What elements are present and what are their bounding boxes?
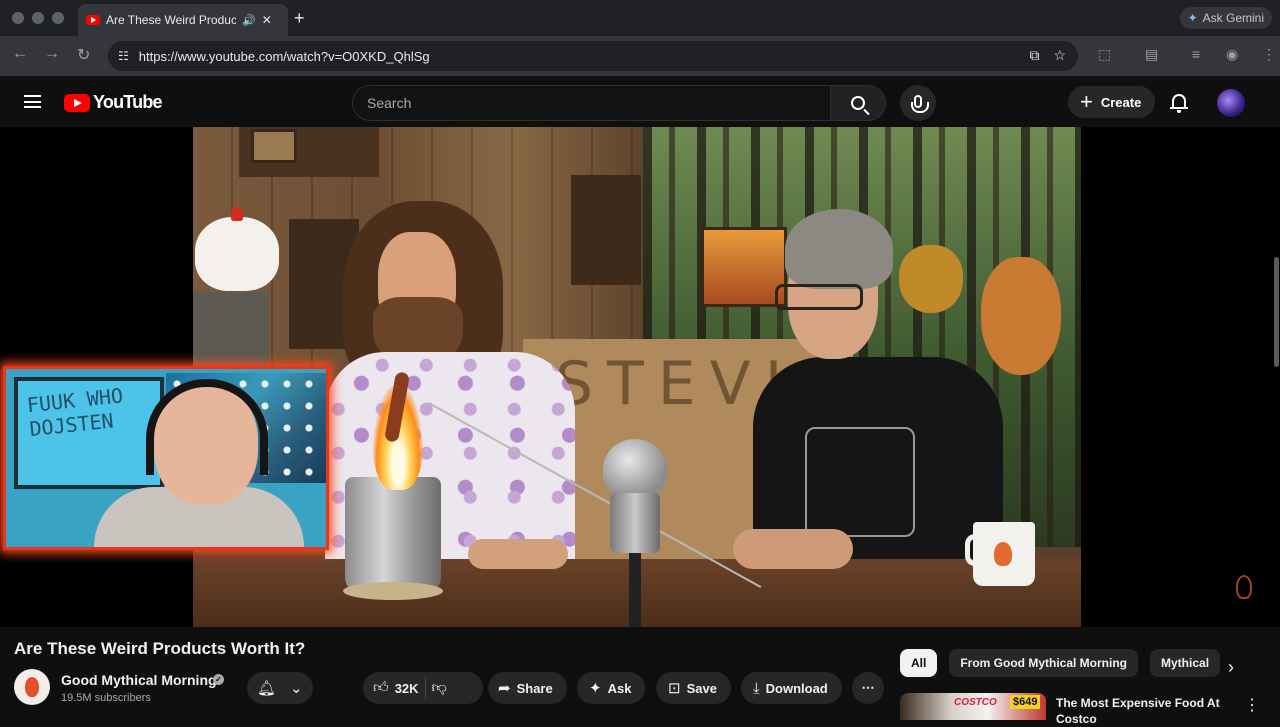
more-actions-button[interactable]: ⋯ bbox=[852, 672, 884, 704]
browser-menu-icon[interactable]: ⋮ bbox=[1262, 46, 1276, 63]
search-button[interactable] bbox=[830, 85, 886, 121]
studio-microphone bbox=[603, 439, 667, 499]
bookmark-star-icon[interactable]: ☆ bbox=[1053, 47, 1066, 64]
corner-shelf bbox=[571, 175, 641, 285]
browser-tab-strip: Are These Weird Products Worth It? 🔊 ✕ +… bbox=[0, 0, 1280, 36]
search-icon bbox=[851, 96, 865, 110]
like-count[interactable]: 32K bbox=[395, 681, 419, 696]
channel-avatar[interactable] bbox=[14, 669, 50, 705]
chevron-right-icon[interactable]: › bbox=[1228, 657, 1234, 678]
like-dislike-group: 👍︎ 32K 👎︎ bbox=[363, 672, 483, 704]
save-button[interactable]: ⊡ Save bbox=[656, 672, 731, 704]
share-arrow-icon: ➦ bbox=[498, 680, 511, 697]
ask-gemini-label: Ask Gemini bbox=[1202, 11, 1264, 25]
youtube-favicon-icon bbox=[86, 15, 100, 25]
guide-menu-icon[interactable] bbox=[24, 95, 41, 108]
ask-button[interactable]: ✦ Ask bbox=[577, 672, 646, 704]
new-tab-button[interactable]: + bbox=[294, 8, 305, 29]
mug-flame-logo-icon bbox=[994, 542, 1012, 566]
related-filter-chips: All From Good Mythical Morning Mythical bbox=[900, 649, 1221, 677]
back-arrow-icon[interactable]: ← bbox=[12, 45, 28, 63]
site-settings-icon[interactable]: ☷ bbox=[118, 49, 129, 63]
search-input[interactable] bbox=[352, 85, 830, 121]
acoustic-guitar bbox=[981, 257, 1061, 375]
verified-check-icon: ✓ bbox=[213, 674, 224, 685]
tabletop-firepit bbox=[345, 477, 441, 595]
page-scrollbar[interactable] bbox=[1274, 257, 1279, 367]
glasses bbox=[775, 284, 863, 310]
address-bar[interactable]: ☷ https://www.youtube.com/watch?v=O0XKD_… bbox=[108, 41, 1078, 71]
speaker-icon[interactable]: 🔊 bbox=[242, 14, 256, 27]
youtube-logo-text: YouTube bbox=[93, 92, 163, 112]
download-label: Download bbox=[765, 680, 828, 696]
sparkle-icon: ✦ bbox=[589, 680, 602, 697]
download-icon: ⤓ bbox=[753, 679, 760, 697]
extensions-icon[interactable]: ⬚ bbox=[1098, 46, 1111, 63]
watch-metadata: Are These Weird Products Worth It? Good … bbox=[0, 627, 1280, 726]
more-vert-icon[interactable]: ⋮ bbox=[1244, 695, 1260, 715]
recommended-thumbnail[interactable]: COSTCO $649 bbox=[900, 693, 1046, 720]
create-button[interactable]: + Create bbox=[1068, 86, 1156, 118]
youtube-masthead: YouTube + Create bbox=[0, 77, 1280, 127]
gemini-sparkle-icon: ✦ bbox=[1187, 11, 1198, 25]
reload-icon[interactable]: ↻ bbox=[77, 45, 90, 65]
thumbs-down-icon[interactable]: 👎︎ bbox=[432, 679, 447, 697]
save-label: Save bbox=[686, 680, 717, 696]
channel-name[interactable]: Good Mythical Morning bbox=[61, 672, 217, 688]
close-window-dot[interactable] bbox=[12, 12, 24, 24]
browser-tab-active[interactable]: Are These Weird Products Worth It? 🔊 ✕ bbox=[78, 4, 288, 36]
webcam-overlay: FUUK WHO DOJSTEN bbox=[3, 366, 329, 550]
youtube-logo[interactable]: YouTube bbox=[64, 92, 163, 113]
share-button[interactable]: ➦ Share bbox=[488, 672, 567, 704]
notification-settings-button[interactable]: 🔔︎ ⌄ bbox=[247, 672, 313, 704]
download-button[interactable]: ⤓ Download bbox=[741, 672, 842, 704]
video-title: Are These Weird Products Worth It? bbox=[14, 639, 306, 658]
thumbs-up-icon[interactable]: 👍︎ bbox=[373, 679, 389, 697]
electric-guitar bbox=[899, 245, 963, 313]
chip-from-channel[interactable]: From Good Mythical Morning bbox=[949, 649, 1139, 677]
thumbnail-brand-text: COSTCO bbox=[954, 697, 997, 708]
voice-search-button[interactable] bbox=[900, 85, 936, 121]
account-avatar[interactable] bbox=[1217, 89, 1245, 117]
search-box bbox=[352, 85, 886, 121]
video-player[interactable]: STEVIE FUUK WHO DOJSTEN bbox=[0, 127, 1280, 627]
browser-toolbar: ← → ↻ ☷ https://www.youtube.com/watch?v=… bbox=[0, 36, 1280, 76]
bell-icon: 🔔︎ bbox=[257, 680, 277, 697]
chevron-down-icon: ⌄ bbox=[290, 680, 303, 697]
youtube-play-logo-icon bbox=[64, 93, 90, 112]
notifications-bell-icon[interactable] bbox=[1170, 93, 1188, 113]
more-dots-icon: ⋯ bbox=[861, 680, 875, 695]
microphone-icon bbox=[911, 95, 929, 113]
ask-label: Ask bbox=[607, 680, 632, 696]
tab-close-icon[interactable]: ✕ bbox=[262, 13, 272, 27]
divider bbox=[424, 677, 426, 699]
profile-avatar-icon[interactable]: ◉ bbox=[1226, 46, 1238, 63]
ask-gemini-button[interactable]: ✦ Ask Gemini bbox=[1179, 7, 1272, 29]
framed-picture bbox=[251, 129, 297, 163]
chicken-plush bbox=[195, 217, 279, 291]
install-app-icon[interactable]: ⧉ bbox=[1029, 47, 1039, 64]
url-text[interactable]: https://www.youtube.com/watch?v=O0XKD_Qh… bbox=[139, 49, 430, 64]
bookmark-icon: ⊡ bbox=[668, 680, 681, 697]
subscriber-count: 19.5M subscribers bbox=[61, 692, 151, 704]
tab-title: Are These Weird Products Worth It? bbox=[106, 13, 236, 27]
create-label: Create bbox=[1100, 94, 1142, 110]
share-label: Share bbox=[516, 680, 553, 696]
chip-mythical[interactable]: Mythical bbox=[1150, 649, 1221, 677]
channel-watermark-icon[interactable] bbox=[1236, 575, 1252, 599]
media-control-icon[interactable]: ≡ bbox=[1192, 46, 1200, 62]
maximize-window-dot[interactable] bbox=[52, 12, 64, 24]
plus-icon: + bbox=[1080, 89, 1093, 114]
minimize-window-dot[interactable] bbox=[32, 12, 44, 24]
reader-mode-icon[interactable]: ▤ bbox=[1145, 46, 1158, 63]
recommended-title[interactable]: The Most Expensive Food At Costco bbox=[1056, 695, 1226, 727]
chip-all[interactable]: All bbox=[900, 649, 938, 677]
forward-arrow-icon[interactable]: → bbox=[44, 45, 60, 63]
thumbnail-price-text: $649 bbox=[1010, 695, 1041, 709]
